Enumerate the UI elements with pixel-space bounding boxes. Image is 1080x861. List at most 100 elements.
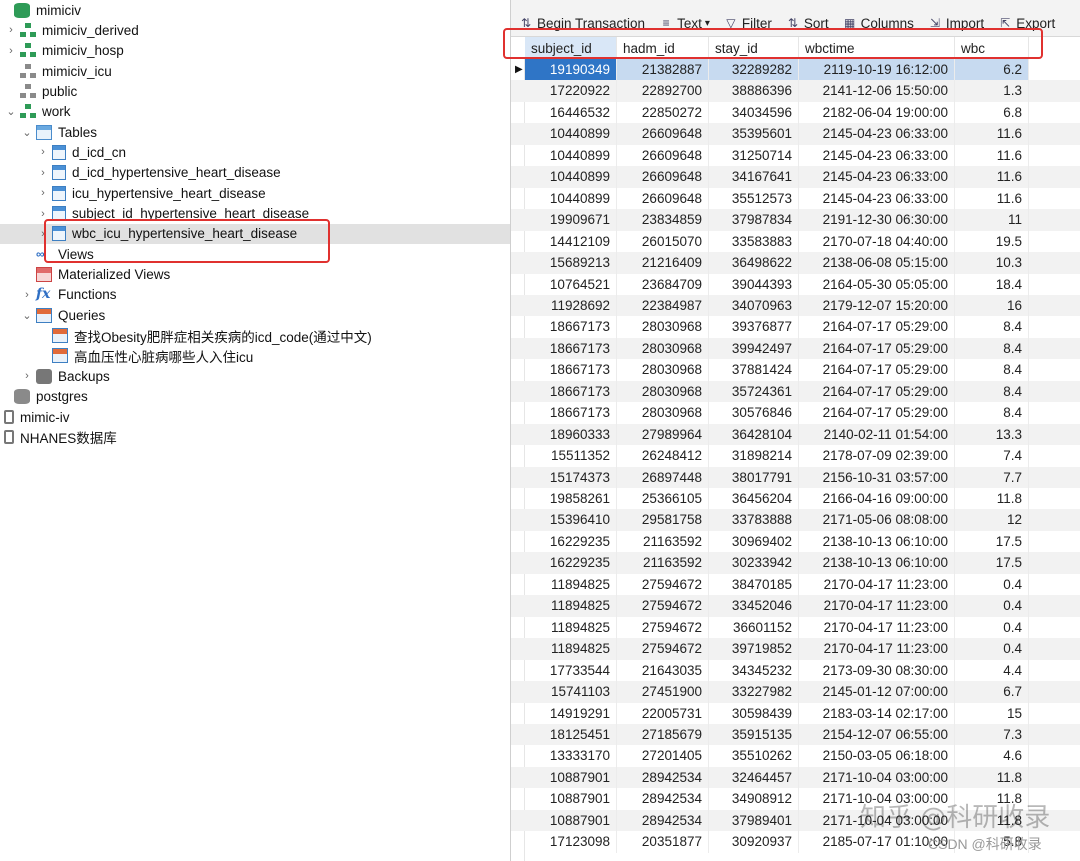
cell-stay-id[interactable]: 35724361 (709, 380, 799, 403)
cell-wbc[interactable]: 11.6 (955, 123, 1029, 145)
expand-chevron-icon[interactable]: › (38, 183, 48, 203)
cell-wbctime[interactable]: 2164-07-17 05:29:00 (799, 402, 955, 424)
table-row[interactable]: 15689213 21216409 36498622 2138-06-08 05:15… (511, 252, 1080, 274)
tree-item-19[interactable]: postgres (0, 387, 510, 407)
cell-hadm-id[interactable]: 27594672 (617, 573, 709, 596)
cell-wbc[interactable]: 11.6 (955, 187, 1029, 210)
cell-hadm-id[interactable]: 26609648 (617, 123, 709, 145)
cell-stay-id[interactable]: 38886396 (709, 80, 799, 102)
table-row[interactable]: ▶ 19190349 21382887 32289282 2119-10-19 16:1… (511, 59, 1080, 81)
cell-wbc[interactable]: 6.7 (955, 681, 1029, 703)
cell-wbc[interactable]: 13.3 (955, 423, 1029, 446)
cell-wbctime[interactable]: 2170-04-17 11:23:00 (799, 616, 955, 639)
cell-wbc[interactable]: 15 (955, 702, 1029, 724)
cell-wbc[interactable]: 7.4 (955, 445, 1029, 467)
cell-wbc[interactable]: 6.8 (955, 101, 1029, 124)
cell-stay-id[interactable]: 34345232 (709, 659, 799, 682)
cell-stay-id[interactable]: 35915135 (709, 723, 799, 746)
tree-item-13[interactable]: Materialized Views (0, 265, 510, 285)
cell-wbctime[interactable]: 2145-04-23 06:33:00 (799, 187, 955, 210)
cell-wbctime[interactable]: 2138-06-08 05:15:00 (799, 252, 955, 274)
cell-subject-id[interactable]: 15174373 (525, 466, 617, 489)
cell-subject-id[interactable]: 15396410 (525, 509, 617, 531)
cell-wbctime[interactable]: 2138-10-13 06:10:00 (799, 530, 955, 553)
expand-chevron-icon[interactable]: › (38, 224, 48, 244)
table-row[interactable]: 11894825 27594672 33452046 2170-04-17 11:23… (511, 595, 1080, 617)
cell-subject-id[interactable]: 18667173 (525, 402, 617, 424)
text-button[interactable]: ≡ Text ▾ (659, 16, 710, 31)
tree-item-9[interactable]: › icu_hypertensive_heart_disease (0, 183, 510, 203)
cell-wbctime[interactable]: 2185-07-17 01:10:00 (799, 831, 955, 853)
cell-subject-id[interactable]: 10440899 (525, 144, 617, 167)
cell-wbc[interactable]: 8.4 (955, 359, 1029, 381)
tree-item-6[interactable]: ⌄ Tables (0, 122, 510, 142)
cell-stay-id[interactable]: 36456204 (709, 488, 799, 510)
cell-stay-id[interactable]: 31250714 (709, 144, 799, 167)
cell-hadm-id[interactable]: 23834859 (617, 209, 709, 231)
cell-subject-id[interactable]: 17123098 (525, 831, 617, 853)
cell-subject-id[interactable]: 16229235 (525, 530, 617, 553)
cell-stay-id[interactable]: 33227982 (709, 681, 799, 703)
cell-subject-id[interactable]: 11928692 (525, 294, 617, 317)
cell-subject-id[interactable]: 15741103 (525, 681, 617, 703)
cell-wbc[interactable]: 11.8 (955, 488, 1029, 510)
cell-wbc[interactable]: 6.2 (955, 59, 1029, 81)
tree-item-18[interactable]: › Backups (0, 366, 510, 386)
column-header-subject-id[interactable]: subject_id (525, 37, 617, 59)
cell-stay-id[interactable]: 36498622 (709, 252, 799, 274)
cell-wbctime[interactable]: 2171-10-04 03:00:00 (799, 809, 955, 832)
cell-hadm-id[interactable]: 28030968 (617, 380, 709, 403)
cell-wbctime[interactable]: 2191-12-30 06:30:00 (799, 209, 955, 231)
cell-wbc[interactable]: 10.3 (955, 252, 1029, 274)
tree-item-8[interactable]: › d_icd_hypertensive_heart_disease (0, 163, 510, 183)
table-row[interactable]: 10440899 26609648 35395601 2145-04-23 06:33… (511, 123, 1080, 145)
cell-wbc[interactable]: 4.6 (955, 745, 1029, 767)
cell-stay-id[interactable]: 33783888 (709, 509, 799, 531)
cell-wbctime[interactable]: 2145-04-23 06:33:00 (799, 166, 955, 188)
cell-wbctime[interactable]: 2170-04-17 11:23:00 (799, 573, 955, 596)
cell-hadm-id[interactable]: 27185679 (617, 723, 709, 746)
cell-subject-id[interactable]: 18960333 (525, 423, 617, 446)
cell-wbc[interactable]: 11.8 (955, 766, 1029, 789)
cell-stay-id[interactable]: 30969402 (709, 530, 799, 553)
cell-hadm-id[interactable]: 21163592 (617, 552, 709, 574)
table-row[interactable]: 19858261 25366105 36456204 2166-04-16 09:00… (511, 488, 1080, 510)
cell-stay-id[interactable]: 39376877 (709, 316, 799, 338)
table-row[interactable]: 16229235 21163592 30233942 2138-10-13 06:10… (511, 552, 1080, 574)
cell-hadm-id[interactable]: 28942534 (617, 809, 709, 832)
cell-wbctime[interactable]: 2145-04-23 06:33:00 (799, 123, 955, 145)
cell-wbc[interactable]: 11.6 (955, 166, 1029, 188)
cell-wbctime[interactable]: 2164-07-17 05:29:00 (799, 316, 955, 338)
cell-stay-id[interactable]: 39044393 (709, 273, 799, 295)
cell-wbctime[interactable]: 2171-05-06 08:08:00 (799, 509, 955, 531)
expand-chevron-icon[interactable]: ⌄ (6, 102, 16, 122)
table-row[interactable]: 10440899 26609648 35512573 2145-04-23 06:33… (511, 187, 1080, 210)
filter-button[interactable]: ▽ Filter (724, 16, 772, 31)
cell-subject-id[interactable]: 19909671 (525, 209, 617, 231)
table-row[interactable]: 11894825 27594672 38470185 2170-04-17 11:23… (511, 573, 1080, 596)
cell-wbctime[interactable]: 2119-10-19 16:12:00 (799, 59, 955, 81)
cell-wbc[interactable]: 0.4 (955, 573, 1029, 596)
cell-subject-id[interactable]: 18667173 (525, 359, 617, 381)
expand-chevron-icon[interactable]: › (38, 142, 48, 162)
cell-wbc[interactable]: 8.4 (955, 337, 1029, 360)
cell-stay-id[interactable]: 37987834 (709, 209, 799, 231)
cell-hadm-id[interactable]: 27201405 (617, 745, 709, 767)
cell-hadm-id[interactable]: 28030968 (617, 337, 709, 360)
tree-item-10[interactable]: › subject_id_hypertensive_heart_disease (0, 204, 510, 224)
expand-chevron-icon[interactable]: › (6, 20, 16, 40)
cell-stay-id[interactable]: 30920937 (709, 831, 799, 853)
cell-hadm-id[interactable]: 25366105 (617, 488, 709, 510)
cell-wbctime[interactable]: 2182-06-04 19:00:00 (799, 101, 955, 124)
cell-hadm-id[interactable]: 22892700 (617, 80, 709, 102)
cell-hadm-id[interactable]: 26609648 (617, 187, 709, 210)
cell-stay-id[interactable]: 38017791 (709, 466, 799, 489)
cell-subject-id[interactable]: 10440899 (525, 187, 617, 210)
cell-wbc[interactable]: 19.5 (955, 230, 1029, 253)
cell-wbc[interactable]: 16 (955, 294, 1029, 317)
expand-chevron-icon[interactable]: ⌄ (22, 122, 32, 142)
cell-subject-id[interactable]: 14919291 (525, 702, 617, 724)
cell-stay-id[interactable]: 39942497 (709, 337, 799, 360)
cell-subject-id[interactable]: 18667173 (525, 316, 617, 338)
cell-stay-id[interactable]: 36428104 (709, 423, 799, 446)
